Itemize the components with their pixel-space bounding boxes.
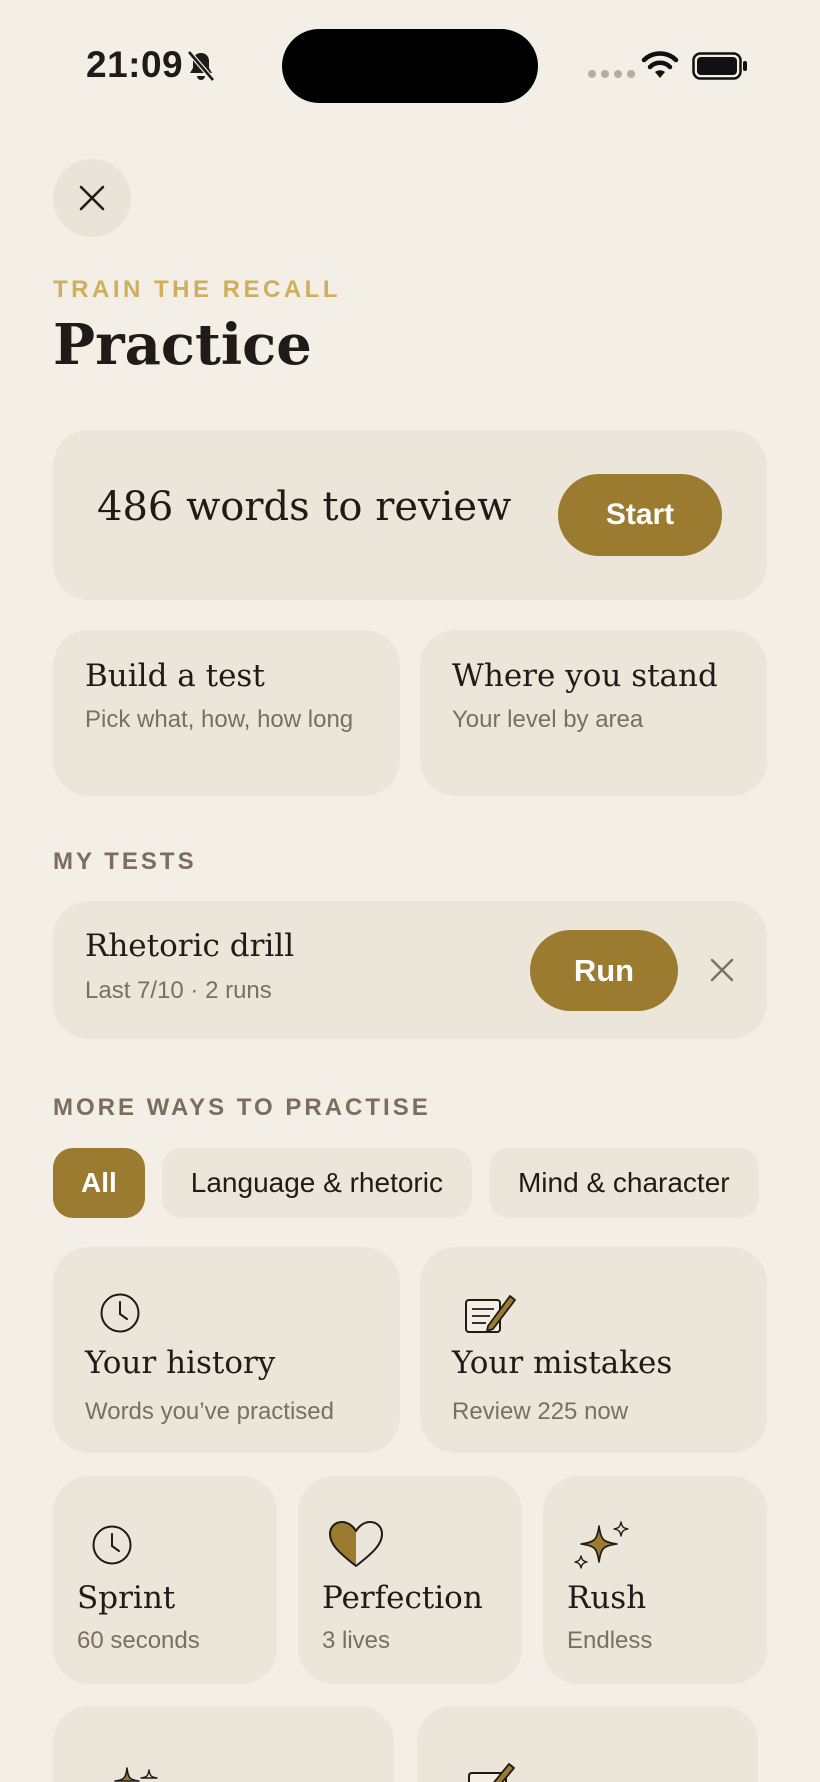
test-subtitle: Last 7/10 · 2 runs (85, 977, 272, 1004)
sprint-card[interactable]: Sprint 60 seconds (53, 1476, 277, 1684)
review-card: 486 words to review Start (53, 430, 767, 600)
filter-chip-all[interactable]: All (53, 1148, 145, 1218)
review-count-text: 486 words to review (97, 484, 512, 530)
half-heart-icon (329, 1521, 383, 1567)
page-eyebrow: TRAIN THE RECALL (53, 276, 341, 303)
dynamic-island (282, 29, 538, 103)
filter-chips: All Language & rhetoric Mind & character (53, 1148, 767, 1218)
status-time: 21:09 (86, 44, 184, 85)
build-test-subtitle: Pick what, how, how long (85, 706, 354, 733)
notepad-pencil-icon (465, 1295, 516, 1333)
test-title: Rhetoric drill (85, 928, 295, 964)
clock-icon (92, 1525, 132, 1565)
filter-chip-language-rhetoric[interactable]: Language & rhetoric (161, 1148, 472, 1218)
close-icon (710, 958, 734, 982)
close-icon (79, 185, 105, 211)
mistakes-subtitle: Review 225 now (452, 1398, 629, 1425)
remove-test-button[interactable] (703, 951, 741, 989)
test-row[interactable]: Rhetoric drill Last 7/10 · 2 runs Run (53, 901, 767, 1039)
mode-card-partial[interactable] (417, 1706, 758, 1782)
history-subtitle: Words you’ve practised (85, 1398, 334, 1425)
page-title: Practice (53, 312, 312, 378)
more-ways-heading: MORE WAYS TO PRACTISE (53, 1094, 431, 1121)
sparkle-icon (114, 1767, 158, 1782)
mistakes-title: Your mistakes (452, 1345, 673, 1381)
rush-card[interactable]: Rush Endless (543, 1476, 767, 1684)
where-you-stand-card[interactable]: Where you stand Your level by area (420, 630, 767, 796)
where-you-stand-title: Where you stand (452, 658, 718, 694)
close-button[interactable] (53, 159, 131, 237)
mode-card-partial[interactable] (53, 1706, 394, 1782)
perfection-title: Perfection (322, 1580, 483, 1616)
mistakes-card[interactable]: Your mistakes Review 225 now (420, 1247, 767, 1453)
run-button[interactable]: Run (530, 930, 678, 1011)
start-button[interactable]: Start (558, 474, 722, 556)
bell-muted-icon (187, 50, 215, 82)
filter-chip-mind-character[interactable]: Mind & character (488, 1148, 759, 1218)
clock-icon (100, 1293, 140, 1333)
build-test-card[interactable]: Build a test Pick what, how, how long (53, 630, 400, 796)
perfection-card[interactable]: Perfection 3 lives (298, 1476, 522, 1684)
where-you-stand-subtitle: Your level by area (452, 706, 644, 733)
rush-subtitle: Endless (567, 1627, 653, 1654)
history-title: Your history (85, 1345, 276, 1381)
sparkle-icon (574, 1521, 629, 1569)
build-test-title: Build a test (85, 658, 265, 694)
my-tests-heading: MY TESTS (53, 848, 197, 875)
battery-icon (692, 52, 747, 80)
sprint-title: Sprint (77, 1580, 176, 1616)
wifi-icon (641, 51, 679, 78)
perfection-subtitle: 3 lives (322, 1627, 391, 1654)
rush-title: Rush (567, 1580, 647, 1616)
history-card[interactable]: Your history Words you’ve practised (53, 1247, 400, 1453)
notepad-pencil-icon (468, 1763, 515, 1782)
status-bar: 21:09 (0, 0, 820, 130)
cellular-signal-icon (588, 70, 635, 78)
sprint-subtitle: 60 seconds (77, 1627, 200, 1654)
